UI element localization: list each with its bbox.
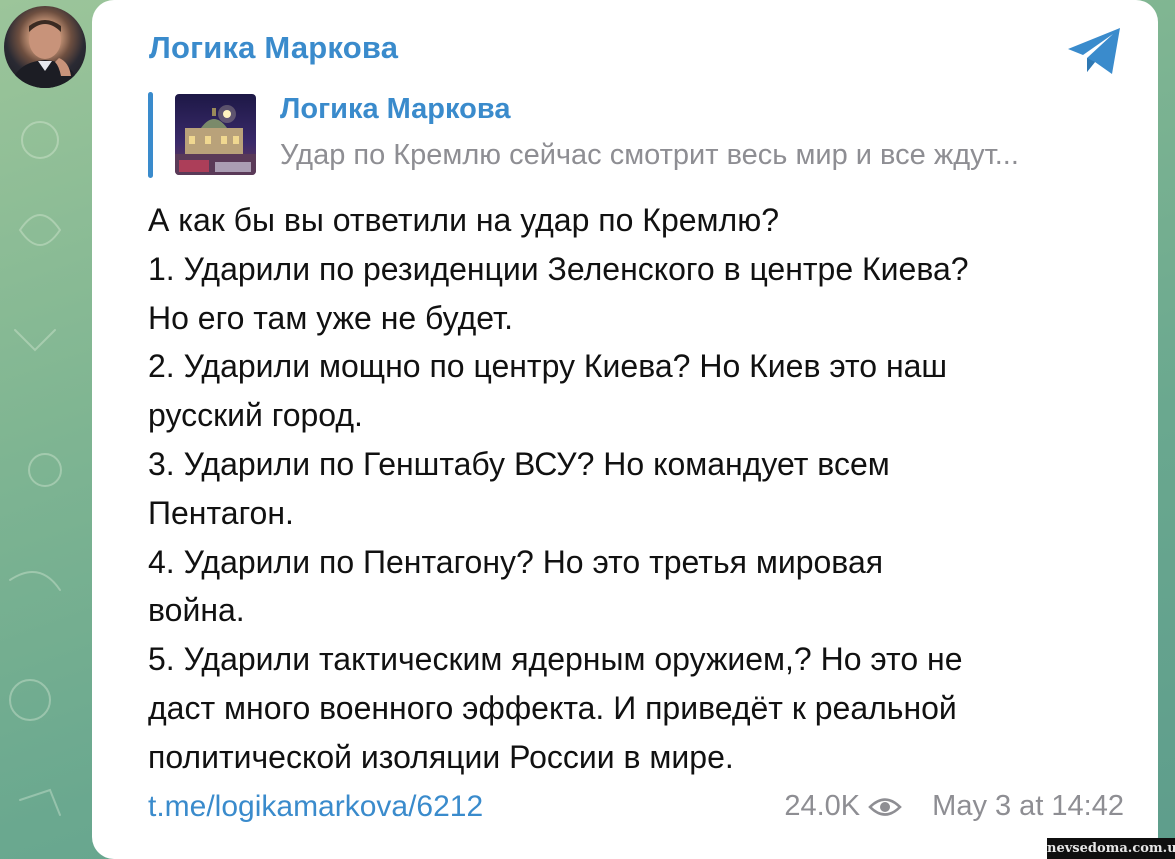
reply-channel-name: Логика Маркова [280,93,511,125]
reply-preview-text: Удар по Кремлю сейчас смотрит весь мир и… [280,139,1019,171]
message-line: Но его там уже не будет. [148,299,514,336]
forwarded-reply-preview[interactable]: Логика Маркова Удар по Кремлю сейчас смо… [148,92,1133,178]
message-text: А как бы вы ответили на удар по Кремлю? … [148,196,1133,782]
site-watermark: nevsedoma.com.ua [1047,838,1175,859]
message-line: 3. Ударили по Генштабу ВСУ? Но командует… [148,445,890,482]
message-line: 1. Ударили по резиденции Зеленского в це… [148,250,969,287]
channel-name[interactable]: Логика Маркова [149,30,398,66]
message-bubble: Логика Маркова Логика Маркова Удар по Кр… [92,0,1158,859]
avatar-portrait [10,20,80,88]
eye-icon [868,797,902,816]
message-line: даст много военного эффекта. И приведёт … [148,689,957,726]
reply-accent-bar [148,92,153,178]
message-meta: 24.0K May 3 at 14:42 [752,790,1124,823]
message-line: 2. Ударили мощно по центру Киева? Но Кие… [148,348,948,385]
message-line: русский город. [148,397,363,434]
message-line: политической изоляции России в мире. [148,738,734,775]
view-count: 24.0K [784,790,861,822]
channel-avatar[interactable] [4,6,86,88]
message-line: война. [148,592,245,629]
message-line: А как бы вы ответили на удар по Кремлю? [148,202,779,238]
message-line: Пентагон. [148,494,294,531]
telegram-share-icon[interactable] [1065,24,1125,78]
reply-thumbnail [175,94,256,175]
timestamp: May 3 at 14:42 [932,790,1124,822]
message-line: 4. Ударили по Пентагону? Но это третья м… [148,543,884,580]
post-link[interactable]: t.me/logikamarkova/6212 [148,790,483,824]
message-line: 5. Ударили тактическим ядерным оружием,?… [148,641,963,678]
